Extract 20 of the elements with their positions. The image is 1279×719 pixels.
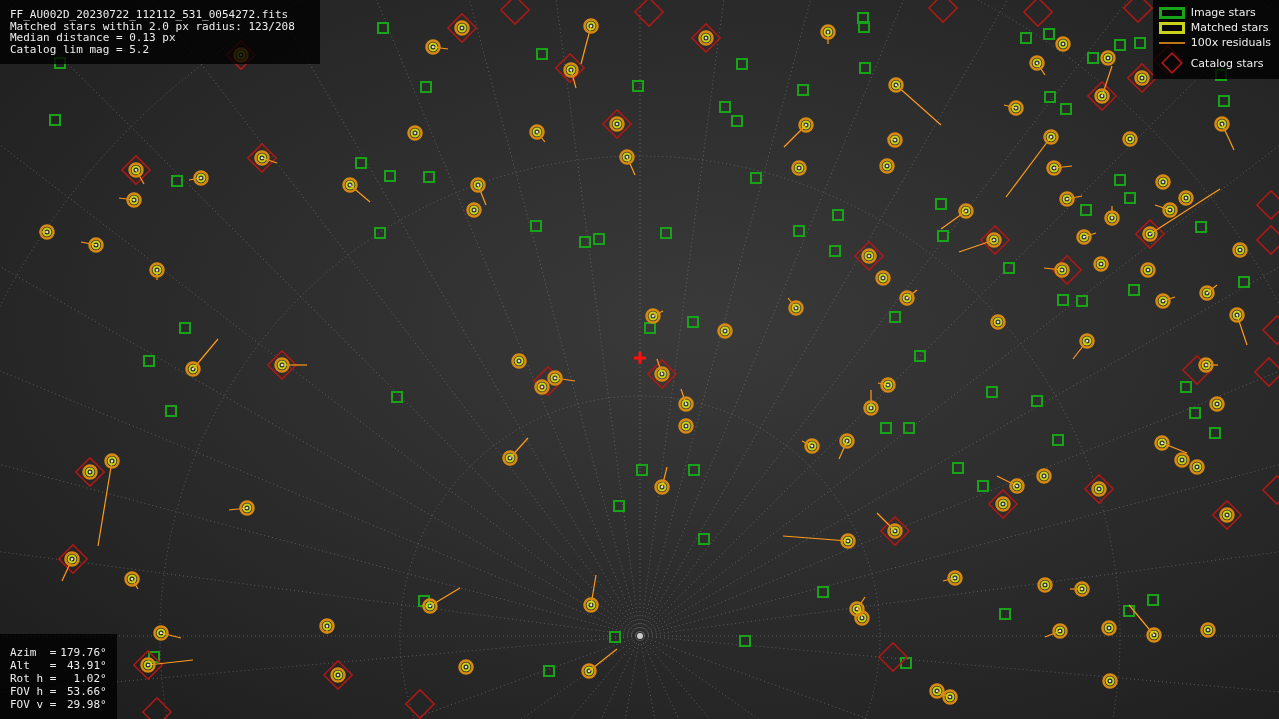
- image-star-swatch-icon: [1158, 6, 1185, 19]
- legend-label: Catalog stars: [1190, 56, 1264, 70]
- info-text: Matched stars within 2.0 px radius: 123/208: [10, 20, 296, 32]
- pointing-label: Rot h =: [10, 672, 57, 685]
- pointing-value: 53.66°: [65, 685, 107, 698]
- legend-label: Image stars: [1190, 6, 1256, 19]
- info-text: Median distance = 0.13 px: [10, 32, 176, 44]
- pointing-value: 179.76°: [60, 646, 107, 659]
- pointing-label: Azim =: [10, 646, 57, 659]
- matched-star-swatch-icon: [1158, 21, 1185, 34]
- pointing-label: FOV h =: [10, 685, 57, 698]
- info-text: FF_AU002D_20230722_112112_531_0054272.fits: [10, 9, 290, 21]
- pointing-value: 1.02°: [72, 672, 107, 685]
- info-text: Catalog lim mag = 5.2: [10, 43, 151, 55]
- pointing-value: 29.98°: [65, 698, 107, 711]
- legend-label: 100x residuals: [1190, 36, 1271, 49]
- pointing-label: FOV v =: [10, 698, 57, 711]
- pointing-label: Alt =: [10, 659, 57, 672]
- pointing-value: 43.91°: [65, 659, 107, 672]
- legend-label: Matched stars: [1190, 21, 1269, 34]
